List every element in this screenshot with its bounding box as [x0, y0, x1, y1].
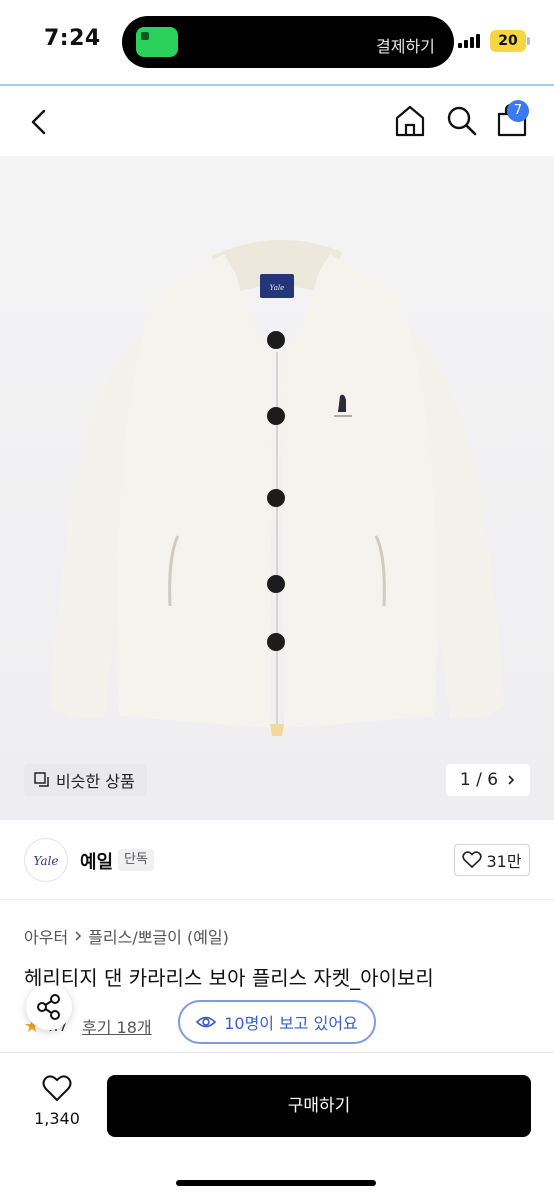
chevron-right-icon: [75, 931, 82, 941]
image-pager[interactable]: 1 / 6: [446, 764, 530, 796]
battery-icon: 20: [490, 30, 526, 52]
home-icon[interactable]: [394, 104, 426, 138]
brand-name[interactable]: 예일: [80, 848, 113, 874]
search-icon[interactable]: [446, 105, 478, 137]
share-button[interactable]: [26, 984, 72, 1030]
back-icon[interactable]: [24, 106, 56, 138]
home-indicator: [176, 1180, 376, 1186]
brand-like-count: 31만: [486, 852, 522, 871]
breadcrumb-subcategory[interactable]: 플리스/뽀글이 (예일): [88, 924, 229, 948]
buy-button[interactable]: 구매하기: [107, 1075, 531, 1137]
wishlist-count: 1,340: [34, 1109, 80, 1128]
image-pager-text: 1 / 6: [459, 770, 499, 790]
similar-products-label: 비슷한 상품: [56, 772, 135, 791]
brand-row: Yale 예일 단독 31만: [0, 820, 554, 900]
breadcrumb-category[interactable]: 아우터: [24, 924, 68, 948]
wishlist-button[interactable]: 1,340: [30, 1075, 84, 1128]
cart-count-badge: 7: [507, 100, 529, 122]
island-label: 결제하기: [376, 37, 435, 56]
svg-text:Yale: Yale: [270, 284, 285, 292]
live-viewers-pill: 10명이 보고 있어요: [178, 1000, 376, 1044]
signal-icon: [458, 33, 484, 48]
product-image[interactable]: Yale 비슷한 상품 1 / 6: [0, 156, 554, 820]
brand-logo[interactable]: Yale: [24, 838, 68, 882]
brand-like-button[interactable]: 31만: [454, 844, 530, 876]
eye-icon: [196, 1016, 217, 1028]
live-viewers-text: 10명이 보고 있어요: [224, 1014, 358, 1033]
battery-cap: [527, 37, 530, 45]
product-title: 헤리티지 댄 카라리스 보아 플리스 자켓_아이보리: [24, 966, 434, 990]
heart-icon: [42, 1075, 72, 1102]
product-photo-jacket: Yale: [50, 239, 504, 736]
heart-icon: [462, 851, 483, 869]
reviews-link[interactable]: 후기 18개: [82, 1014, 152, 1038]
bottom-action-bar: 1,340 구매하기: [0, 1052, 554, 1200]
exclusive-badge: 단독: [118, 849, 154, 871]
breadcrumb: 아우터 플리스/뽀글이 (예일): [24, 924, 229, 948]
similar-items-icon: [34, 772, 49, 787]
share-icon: [37, 994, 60, 1020]
chevron-right-icon: [508, 775, 515, 785]
status-time: 7:24: [44, 26, 101, 51]
status-bar: 7:24 결제하기 20: [0, 0, 554, 84]
top-nav: [0, 86, 554, 156]
call-indicator-icon: [136, 27, 178, 57]
similar-products-button[interactable]: 비슷한 상품: [24, 764, 147, 796]
dynamic-island[interactable]: 결제하기: [122, 16, 454, 68]
